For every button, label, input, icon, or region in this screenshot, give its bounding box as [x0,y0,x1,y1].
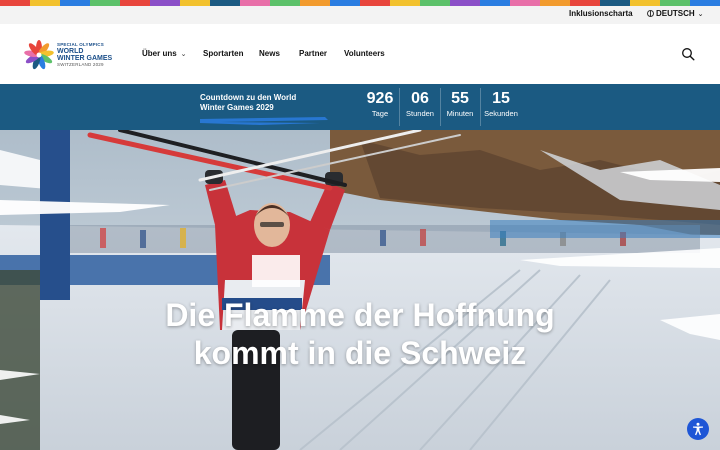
search-button[interactable] [681,47,695,61]
logo-flame-icon [24,40,54,70]
nav-item-volunteers[interactable]: Volunteers [344,49,385,58]
nav-item-partner[interactable]: Partner [299,49,327,58]
globe-icon [647,10,654,17]
countdown-brush-stroke [200,117,328,125]
nav-item-label: Volunteers [344,49,385,58]
search-icon [682,48,695,61]
inclusion-charter-link[interactable]: Inklusionscharta [569,9,633,18]
utility-bar: Inklusionscharta DEUTSCH ⌄ [0,6,720,24]
chevron-down-icon: ⌄ [697,10,704,18]
hero-title: Die Flamme der Hoffnung kommt in die Sch… [0,296,720,372]
nav-item-label: Über uns [142,49,177,58]
logo-wordmark: SPECIAL OLYMPICS WORLD WINTER GAMES SWIT… [57,42,113,67]
nav-item-label: Sportarten [203,49,244,58]
chevron-down-icon: ⌄ [180,50,187,58]
site-logo[interactable]: SPECIAL OLYMPICS WORLD WINTER GAMES SWIT… [24,40,119,70]
countdown-seconds: 15 Sekunden [481,90,521,124]
hero-section: Die Flamme der Hoffnung kommt in die Sch… [0,130,720,450]
countdown-seconds-label: Sekunden [484,109,518,118]
site-header: SPECIAL OLYMPICS WORLD WINTER GAMES SWIT… [0,24,720,84]
logo-line-2: WORLD [57,47,84,55]
nav-item-label: Partner [299,49,328,58]
hero-title-line-2: kommt in die Schweiz [193,335,527,371]
countdown-minutes-label: Minuten [446,109,474,118]
hero-title-line-1: Die Flamme der Hoffnung [165,297,555,333]
countdown-label: Countdown zu den World Winter Games 2029 [200,93,297,112]
accessibility-button[interactable] [687,418,709,440]
nav-item-sportarten[interactable]: Sportarten [203,49,243,58]
countdown-days-label: Tage [371,109,389,118]
countdown-minutes: 55 Minuten [440,90,480,124]
hero-photo-athlete-skiing [0,130,720,450]
language-label: DEUTSCH [656,9,695,18]
nav-item-label: News [259,49,280,58]
countdown-hours-value: 06 [411,90,429,107]
logo-line-4: SWITZERLAND 2029 [57,61,104,67]
language-selector[interactable]: DEUTSCH ⌄ [647,9,704,18]
nav-item-news[interactable]: News [259,49,280,58]
countdown-bar: Countdown zu den World Winter Games 2029… [0,84,720,130]
accessibility-icon [693,422,703,436]
logo-line-3: WINTER GAMES [57,54,113,62]
countdown-days-value: 926 [366,90,394,107]
nav-item-ueber-uns[interactable]: Über uns ⌄ [142,49,187,58]
countdown-seconds-value: 15 [492,90,510,107]
countdown-days: 926 Tage [360,90,400,124]
countdown-hours: 06 Stunden [400,90,440,124]
countdown-minutes-value: 55 [451,90,469,107]
countdown-hours-label: Stunden [406,109,434,118]
